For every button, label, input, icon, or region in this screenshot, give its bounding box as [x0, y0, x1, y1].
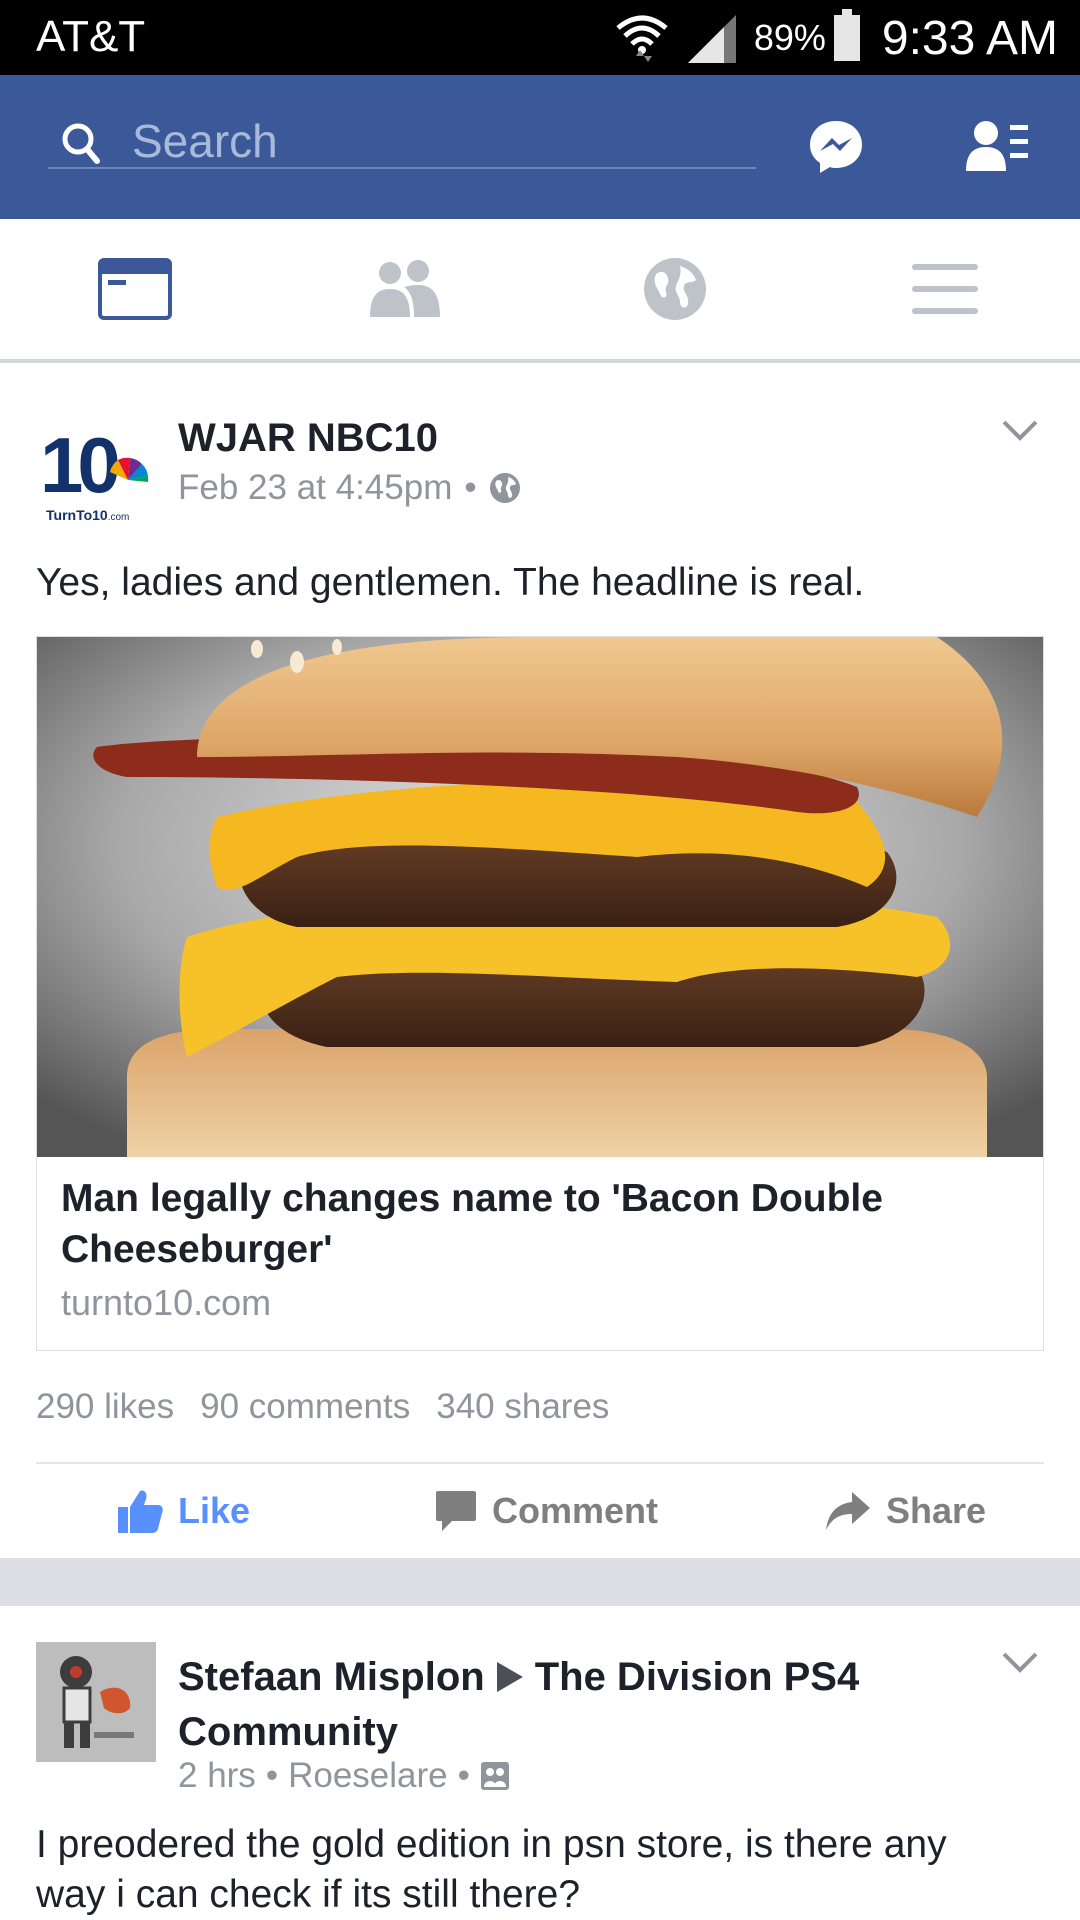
search-input[interactable]	[132, 113, 732, 169]
post-meta: 2 hrs • Roeselare •	[178, 1756, 510, 1796]
post-meta: Feb 23 at 4:45pm •	[178, 468, 521, 508]
chevron-down-icon[interactable]	[1000, 418, 1040, 444]
chevron-down-icon[interactable]	[1000, 1650, 1040, 1676]
nav-tabs	[0, 219, 1080, 363]
feed-post: Stefaan Misplon The Division PS4 Communit…	[0, 1606, 1080, 1920]
comment-label: Comment	[492, 1490, 659, 1531]
comment-button[interactable]: Comment	[434, 1464, 658, 1558]
link-title[interactable]: Man legally changes name to 'Bacon Doubl…	[61, 1173, 1001, 1275]
tab-notifications[interactable]	[540, 219, 810, 359]
avatar-caption: TurnTo10.com	[46, 507, 129, 523]
status-right: 89% 9:33 AM	[614, 8, 1058, 68]
post-timestamp[interactable]: 2 hrs	[178, 1756, 256, 1796]
like-button[interactable]: Like	[116, 1464, 250, 1558]
like-label: Like	[178, 1490, 251, 1531]
post-author[interactable]: Stefaan Misplon	[178, 1655, 485, 1699]
battery-icon	[833, 9, 860, 61]
post-text: I preodered the gold edition in psn stor…	[36, 1820, 947, 1920]
feed-post: 10 TurnTo10.com WJAR NBC10 Feb 23 at 4:4…	[0, 370, 1080, 1558]
tab-more[interactable]	[810, 219, 1080, 359]
friend-requests-icon[interactable]	[966, 119, 1030, 175]
feed-separator	[0, 1558, 1080, 1606]
post-actions: Like Comment Share	[0, 1464, 1080, 1558]
post-timestamp[interactable]: Feb 23 at 4:45pm	[178, 468, 452, 508]
likes-count[interactable]: 290 likes	[36, 1387, 174, 1427]
link-domain: turnto10.com	[61, 1282, 272, 1323]
post-text-line: way i can check if its still there?	[36, 1873, 581, 1916]
meta-dot: •	[265, 1756, 279, 1795]
messenger-icon[interactable]	[808, 119, 864, 175]
comment-icon	[436, 1491, 476, 1531]
triangle-right-icon	[496, 1662, 523, 1693]
page-avatar[interactable]: 10 TurnTo10.com	[36, 420, 156, 530]
carrier-label: AT&T	[36, 12, 146, 61]
thumbs-up-icon	[118, 1490, 163, 1533]
user-avatar[interactable]	[36, 1642, 156, 1762]
status-bar: AT&T 89% 9:33 AM	[0, 0, 1080, 75]
meta-dot: •	[464, 468, 477, 507]
clock: 9:33 AM	[881, 11, 1058, 65]
menu-icon	[912, 264, 978, 314]
post-location[interactable]: Roeselare	[288, 1756, 448, 1796]
search-icon	[62, 123, 100, 164]
link-preview[interactable]: Man legally changes name to 'Bacon Doubl…	[36, 636, 1044, 1351]
top-header	[0, 75, 1080, 219]
tab-news-feed[interactable]	[0, 219, 270, 359]
shares-count[interactable]: 340 shares	[436, 1387, 609, 1427]
wifi-icon	[616, 15, 668, 62]
globe-icon	[644, 258, 706, 320]
news-feed-icon	[98, 258, 172, 320]
post-text-line: I preodered the gold edition in psn stor…	[36, 1823, 947, 1866]
signal-icon	[687, 15, 736, 63]
post-author-line: Stefaan Misplon The Division PS4 Communit…	[178, 1650, 978, 1760]
svg-text:10: 10	[40, 421, 118, 509]
comments-count[interactable]: 90 comments	[200, 1387, 410, 1427]
share-arrow-icon	[826, 1492, 870, 1530]
post-text: Yes, ladies and gentlemen. The headline …	[36, 561, 865, 604]
share-button[interactable]: Share	[824, 1464, 986, 1558]
search-bar[interactable]	[48, 113, 756, 169]
share-label: Share	[886, 1490, 987, 1531]
tab-friends[interactable]	[270, 219, 540, 359]
globe-icon	[489, 473, 520, 503]
group-icon	[480, 1762, 509, 1790]
friends-icon	[370, 260, 440, 317]
meta-dot: •	[457, 1756, 470, 1795]
engagement-counts: 290 likes 90 comments 340 shares	[36, 1387, 609, 1427]
post-author[interactable]: WJAR NBC10	[178, 416, 438, 461]
link-image[interactable]	[37, 637, 1043, 1157]
battery-percent: 89%	[753, 17, 826, 58]
